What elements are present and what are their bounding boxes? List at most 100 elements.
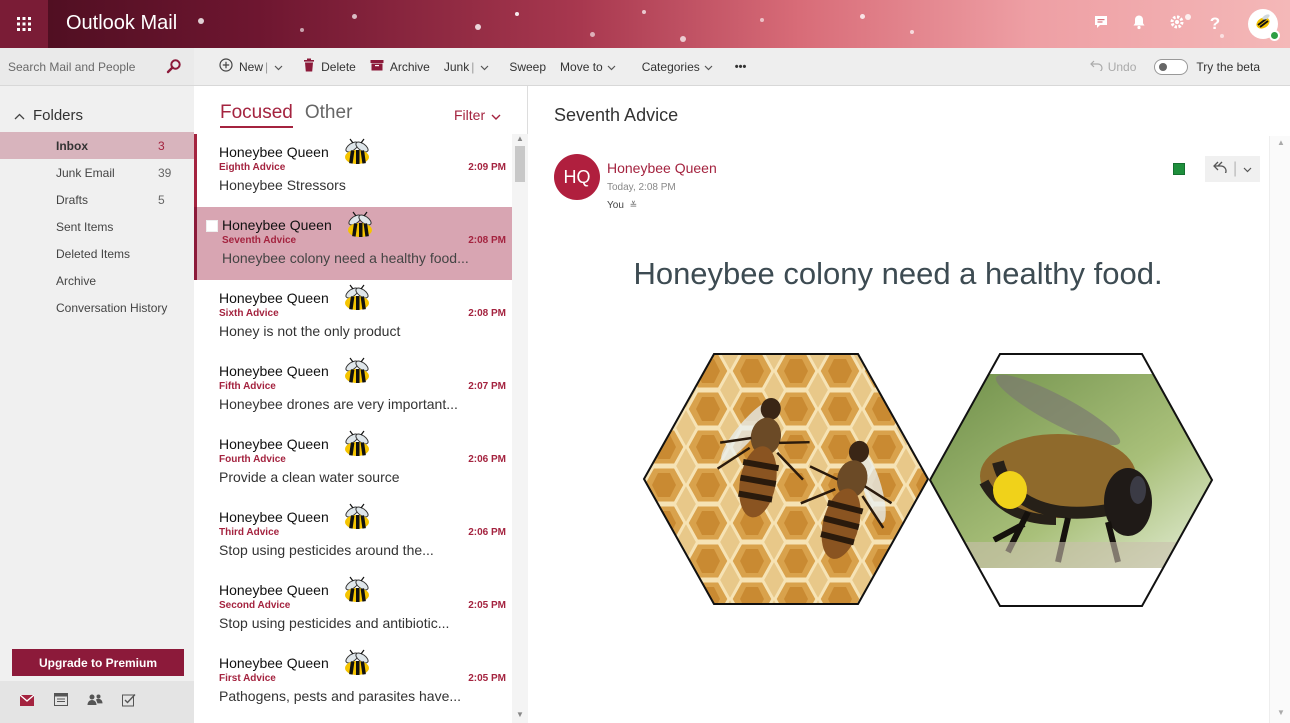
list-item[interactable]: Honeybee Queen Fifth Advice 2:07 PM Honeybe… (194, 353, 512, 426)
bell-icon (1131, 14, 1147, 35)
delete-button[interactable]: Delete (296, 48, 363, 86)
help-button[interactable]: ? (1196, 0, 1234, 48)
bee-icon (345, 211, 375, 246)
message-subject: Seventh Advice (554, 105, 679, 125)
question-mark-icon: ? (1209, 14, 1221, 33)
sidebar-item-label: Junk Email (56, 165, 115, 180)
message-subject: Sixth Advice (219, 308, 279, 319)
list-item[interactable]: Honeybee Queen Third Advice 2:06 PM Stop us… (194, 499, 512, 572)
message-time: 2:05 PM (468, 673, 506, 684)
list-item[interactable]: Honeybee Queen Eighth Advice 2:09 PM Honeyb… (194, 134, 512, 207)
bee-icon (342, 138, 372, 173)
undo-label: Undo (1107, 60, 1137, 74)
beta-toggle[interactable] (1154, 59, 1189, 75)
list-item[interactable]: Honeybee Queen First Advice 2:05 PM Pathoge… (194, 645, 512, 718)
user-avatar[interactable] (1248, 9, 1280, 41)
scroll-up-icon[interactable]: ▲ (1277, 138, 1285, 147)
waffle-icon (16, 16, 32, 32)
message-subject: Eighth Advice (219, 162, 286, 173)
chevron-up-icon (14, 107, 33, 124)
module-switcher (0, 681, 194, 723)
sidebar-item-label: Sent Items (56, 219, 114, 234)
new-button[interactable]: New | (212, 48, 296, 86)
chevron-down-icon[interactable] (1243, 160, 1252, 178)
new-label: New (239, 59, 264, 74)
folders-header[interactable]: Folders (14, 107, 83, 124)
skype-chat-button[interactable] (1082, 0, 1120, 48)
sidebar-item-inbox[interactable]: Inbox 3 (0, 132, 194, 159)
scrollbar-thumb[interactable] (515, 146, 525, 182)
sidebar-item-conversation-history[interactable]: Conversation History (0, 294, 194, 321)
message-sender: Honeybee Queen (219, 509, 329, 525)
chevron-down-icon (607, 60, 622, 74)
evernote-addin-icon[interactable] (1173, 163, 1185, 175)
sender-name[interactable]: Honeybee Queen (607, 160, 717, 176)
settings-button[interactable] (1158, 0, 1196, 48)
list-item[interactable]: Honeybee Queen Fourth Advice 2:06 PM Provid… (194, 426, 512, 499)
undo-button[interactable]: Undo (1089, 60, 1137, 74)
reading-pane: Seventh Advice HQ Honeybee Queen Today, … (528, 86, 1290, 723)
message-preview: Provide a clean water source (219, 469, 400, 485)
calendar-module-button[interactable] (44, 687, 78, 717)
message-sender: Honeybee Queen (219, 290, 329, 306)
message-list-scrollbar[interactable]: ▲ ▼ (512, 134, 528, 723)
message-time: 2:06 PM (468, 454, 506, 465)
chevron-down-icon[interactable] (274, 60, 289, 74)
recipient-line[interactable]: You ≚ (607, 200, 637, 211)
move-to-label: Move to (560, 59, 603, 74)
bee-icon (342, 430, 372, 465)
message-subject: Second Advice (219, 600, 291, 611)
mail-module-button[interactable] (10, 687, 44, 717)
scroll-down-icon[interactable]: ▼ (516, 710, 524, 719)
sidebar-item-label: Archive (56, 273, 97, 288)
sidebar-item-junk-email[interactable]: Junk Email 39 (0, 159, 194, 186)
list-item[interactable]: Honeybee Queen Sixth Advice 2:08 PM Honey i… (194, 280, 512, 353)
list-item[interactable]: Honeybee Queen Seventh Advice 2:08 PM Honey… (194, 207, 512, 280)
categories-button[interactable]: Categories (635, 48, 726, 86)
app-launcher-button[interactable] (0, 0, 48, 48)
command-bar-right: Undo Try the beta (1089, 48, 1260, 86)
trash-icon (303, 58, 321, 75)
message-sender: Honeybee Queen (219, 363, 329, 379)
scroll-down-icon[interactable]: ▼ (1277, 708, 1285, 717)
reading-pane-scrollbar[interactable]: ▲ ▼ (1269, 136, 1290, 723)
message-time: 2:09 PM (468, 162, 506, 173)
sweep-button[interactable]: Sweep (502, 48, 553, 86)
delete-label: Delete (321, 59, 356, 74)
search-input[interactable] (8, 57, 158, 77)
message-subject: Seventh Advice (222, 235, 297, 246)
upgrade-premium-button[interactable]: Upgrade to Premium (12, 649, 184, 676)
message-sender: Honeybee Queen (222, 217, 332, 233)
chevron-down-icon (704, 60, 719, 74)
sidebar-item-sent-items[interactable]: Sent Items (0, 213, 194, 240)
sender-avatar[interactable]: HQ (554, 154, 600, 200)
search-icon[interactable] (166, 58, 182, 79)
sidebar-item-label: Inbox (56, 138, 88, 153)
reply-all-button[interactable]: | (1205, 156, 1261, 182)
sidebar-item-deleted-items[interactable]: Deleted Items (0, 240, 194, 267)
list-item[interactable]: Honeybee Queen Second Advice 2:05 PM Stop u… (194, 572, 512, 645)
move-to-button[interactable]: Move to (553, 48, 629, 86)
message-actions: | (1173, 156, 1261, 182)
chevron-down-icon[interactable] (480, 60, 495, 74)
filter-button[interactable]: Filter (454, 107, 501, 123)
more-commands-button[interactable]: ••• (728, 48, 754, 86)
tab-other[interactable]: Other (305, 102, 353, 128)
tab-focused[interactable]: Focused (220, 102, 293, 128)
notifications-button[interactable] (1120, 0, 1158, 48)
scroll-up-icon[interactable]: ▲ (516, 134, 524, 143)
select-checkbox[interactable] (206, 220, 218, 232)
sidebar-item-drafts[interactable]: Drafts 5 (0, 186, 194, 213)
archive-button[interactable]: Archive (363, 48, 437, 86)
sidebar-item-archive[interactable]: Archive (0, 267, 194, 294)
honeycomb-bees-image (642, 353, 930, 605)
junk-button[interactable]: Junk | (437, 48, 502, 86)
message-subject: First Advice (219, 673, 276, 684)
message-time: 2:08 PM (468, 235, 506, 246)
message-subject: Third Advice (219, 527, 280, 538)
people-module-button[interactable] (78, 687, 112, 717)
tasks-module-button[interactable] (112, 687, 146, 717)
message-body-heading: Honeybee colony need a healthy food. (633, 256, 1163, 291)
plus-circle-icon (219, 58, 239, 75)
bee-icon (342, 503, 372, 538)
